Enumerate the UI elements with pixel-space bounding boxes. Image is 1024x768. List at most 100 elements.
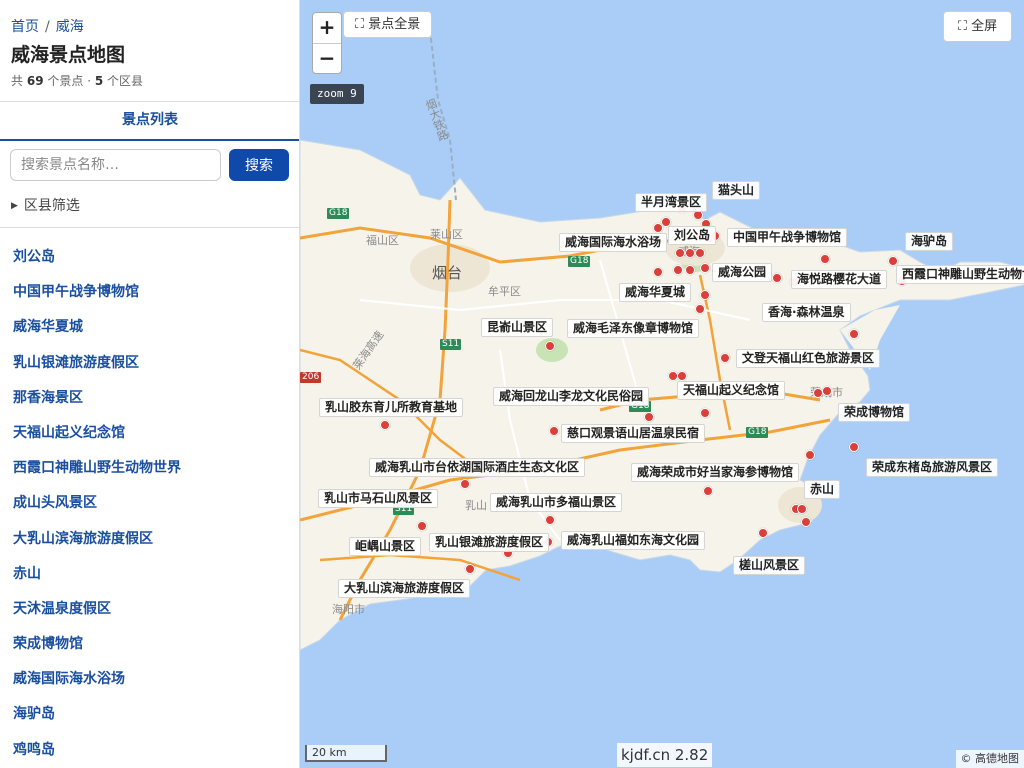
zoom-control: + − xyxy=(312,12,342,74)
spot-list-item[interactable]: 中国甲午战争博物馆 xyxy=(0,275,299,310)
map-marker-icon[interactable] xyxy=(772,273,782,283)
map-spot-label[interactable]: 槎山风景区 xyxy=(733,556,806,575)
land-mass xyxy=(300,139,1024,651)
map-marker-icon[interactable] xyxy=(380,420,390,430)
base-label-fushan: 福山区 xyxy=(366,234,399,247)
map-marker-icon[interactable] xyxy=(675,248,685,258)
map-spot-label[interactable]: 赤山 xyxy=(804,480,841,499)
map-spot-label[interactable]: 岠嵎山景区 xyxy=(349,537,422,556)
map-spot-label[interactable]: 海悦路樱花大道 xyxy=(791,270,888,289)
map-marker-icon[interactable] xyxy=(695,248,705,258)
fullscreen-button[interactable]: ⛶ 全屏 xyxy=(943,11,1012,42)
map-marker-icon[interactable] xyxy=(720,353,730,363)
spot-list-item[interactable]: 刘公岛 xyxy=(0,240,299,275)
map-spot-label[interactable]: 威海华夏城 xyxy=(619,283,692,302)
map-spot-label[interactable]: 海驴岛 xyxy=(905,232,954,251)
district-filter-toggle[interactable]: ▶ 区县筛选 xyxy=(11,195,80,215)
map-spot-label[interactable]: 威海乳山福如东海文化园 xyxy=(561,531,706,550)
tab-spot-list[interactable]: 景点列表 xyxy=(0,102,299,141)
map-marker-icon[interactable] xyxy=(822,386,832,396)
search-input[interactable] xyxy=(10,149,221,181)
base-label-muping: 牟平区 xyxy=(488,285,521,298)
map-marker-icon[interactable] xyxy=(549,426,559,436)
map-marker-icon[interactable] xyxy=(797,504,807,514)
map-spot-label[interactable]: 乳山银滩旅游度假区 xyxy=(429,533,550,552)
spot-list-item[interactable]: 赤山 xyxy=(0,557,299,592)
spot-list-item[interactable]: 大乳山滨海旅游度假区 xyxy=(0,522,299,557)
map-marker-icon[interactable] xyxy=(644,412,654,422)
map-spot-label[interactable]: 慈口观景语山居温泉民宿 xyxy=(561,424,706,443)
zoom-in-button[interactable]: + xyxy=(313,13,341,43)
zoom-out-button[interactable]: − xyxy=(313,44,341,74)
spot-list-item[interactable]: 天沐温泉度假区 xyxy=(0,592,299,627)
map-marker-icon[interactable] xyxy=(685,248,695,258)
map-marker-icon[interactable] xyxy=(673,265,683,275)
map-marker-icon[interactable] xyxy=(700,408,710,418)
map-spot-label[interactable]: 昆嵛山景区 xyxy=(481,318,554,337)
map-spot-label[interactable]: 威海乳山市台依湖国际酒庄生态文化区 xyxy=(369,458,586,477)
map-marker-icon[interactable] xyxy=(849,442,859,452)
base-label-haiyang: 海阳市 xyxy=(332,603,365,616)
map-marker-icon[interactable] xyxy=(849,329,859,339)
map-spot-label[interactable]: 香海·森林温泉 xyxy=(762,303,851,322)
spot-list-item[interactable]: 乳山银滩旅游度假区 xyxy=(0,346,299,381)
breadcrumb-home-link[interactable]: 首页 xyxy=(11,19,39,35)
map-spot-label[interactable]: 半月湾景区 xyxy=(635,193,708,212)
map[interactable]: 福山区 莱山区 烟台 牟平区 海阳市 乳山 荣成市 威海 烟大铁路 莱海高速 G… xyxy=(300,0,1024,768)
spot-list-item[interactable]: 天福山起义纪念馆 xyxy=(0,416,299,451)
map-spot-label[interactable]: 天福山起义纪念馆 xyxy=(677,381,786,400)
map-spot-label[interactable]: 乳山市马石山风景区 xyxy=(318,489,439,508)
map-marker-icon[interactable] xyxy=(758,528,768,538)
map-spot-label[interactable]: 威海国际海水浴场 xyxy=(559,233,668,252)
spot-list-item[interactable]: 鸡鸣岛 xyxy=(0,733,299,768)
map-marker-icon[interactable] xyxy=(801,517,811,527)
spot-list-item[interactable]: 西霞口神雕山野生动物世界 xyxy=(0,451,299,486)
spot-list-item[interactable]: 那香海景区 xyxy=(0,381,299,416)
spot-stats: 共 69 个景点 · 5 个区县 xyxy=(11,72,143,89)
map-spot-label[interactable]: 猫头山 xyxy=(712,181,761,200)
map-marker-icon[interactable] xyxy=(820,254,830,264)
page-title: 威海景点地图 xyxy=(11,44,126,66)
map-spot-label[interactable]: 威海乳山市多福山景区 xyxy=(490,493,623,512)
spot-list-item[interactable]: 荣成博物馆 xyxy=(0,627,299,662)
base-label-rushan: 乳山 xyxy=(465,499,487,512)
map-spot-label[interactable]: 乳山胶东育儿所教育基地 xyxy=(319,398,464,417)
map-spot-label[interactable]: 刘公岛 xyxy=(668,226,717,245)
spot-list-item[interactable]: 威海华夏城 xyxy=(0,310,299,345)
map-marker-icon[interactable] xyxy=(700,263,710,273)
map-spot-label[interactable]: 中国甲午战争博物馆 xyxy=(727,228,848,247)
map-marker-icon[interactable] xyxy=(703,486,713,496)
map-spot-label[interactable]: 威海毛泽东像章博物馆 xyxy=(567,319,700,338)
stats-prefix: 共 xyxy=(11,74,24,88)
map-marker-icon[interactable] xyxy=(700,290,710,300)
map-spot-label[interactable]: 威海荣成市好当家海参博物馆 xyxy=(631,463,800,482)
spot-list-item[interactable]: 威海国际海水浴场 xyxy=(0,662,299,697)
stats-district-unit: 个区县 xyxy=(107,74,144,88)
map-spot-label[interactable]: 大乳山滨海旅游度假区 xyxy=(338,579,471,598)
stats-spot-count: 69 xyxy=(26,74,44,88)
spot-list-item[interactable]: 海驴岛 xyxy=(0,697,299,732)
map-marker-icon[interactable] xyxy=(695,304,705,314)
spot-list-item[interactable]: 成山头风景区 xyxy=(0,486,299,521)
map-marker-icon[interactable] xyxy=(460,479,470,489)
map-marker-icon[interactable] xyxy=(653,267,663,277)
breadcrumb-current-link[interactable]: 威海 xyxy=(56,19,84,35)
map-marker-icon[interactable] xyxy=(685,265,695,275)
triangle-right-icon: ▶ xyxy=(11,201,18,211)
map-marker-icon[interactable] xyxy=(805,450,815,460)
map-spot-label[interactable]: 荣成博物馆 xyxy=(838,403,911,422)
overview-button[interactable]: ⛶ 景点全景 xyxy=(343,11,433,38)
map-marker-icon[interactable] xyxy=(545,515,555,525)
map-spot-label[interactable]: 西霞口神雕山野生动物世界 xyxy=(896,265,1024,284)
map-marker-icon[interactable] xyxy=(545,341,555,351)
map-spot-label[interactable]: 威海公园 xyxy=(712,263,773,282)
map-marker-icon[interactable] xyxy=(417,521,427,531)
map-spot-label[interactable]: 文登天福山红色旅游景区 xyxy=(736,349,881,368)
search-button[interactable]: 搜索 xyxy=(229,149,289,181)
map-base-layer xyxy=(300,29,1024,651)
map-spot-label[interactable]: 威海回龙山李龙文化民俗园 xyxy=(493,387,650,406)
scale-bar: 20 km xyxy=(305,745,387,762)
map-marker-icon[interactable] xyxy=(677,371,687,381)
map-marker-icon[interactable] xyxy=(465,564,475,574)
map-spot-label[interactable]: 荣成东楮岛旅游风景区 xyxy=(866,458,999,477)
